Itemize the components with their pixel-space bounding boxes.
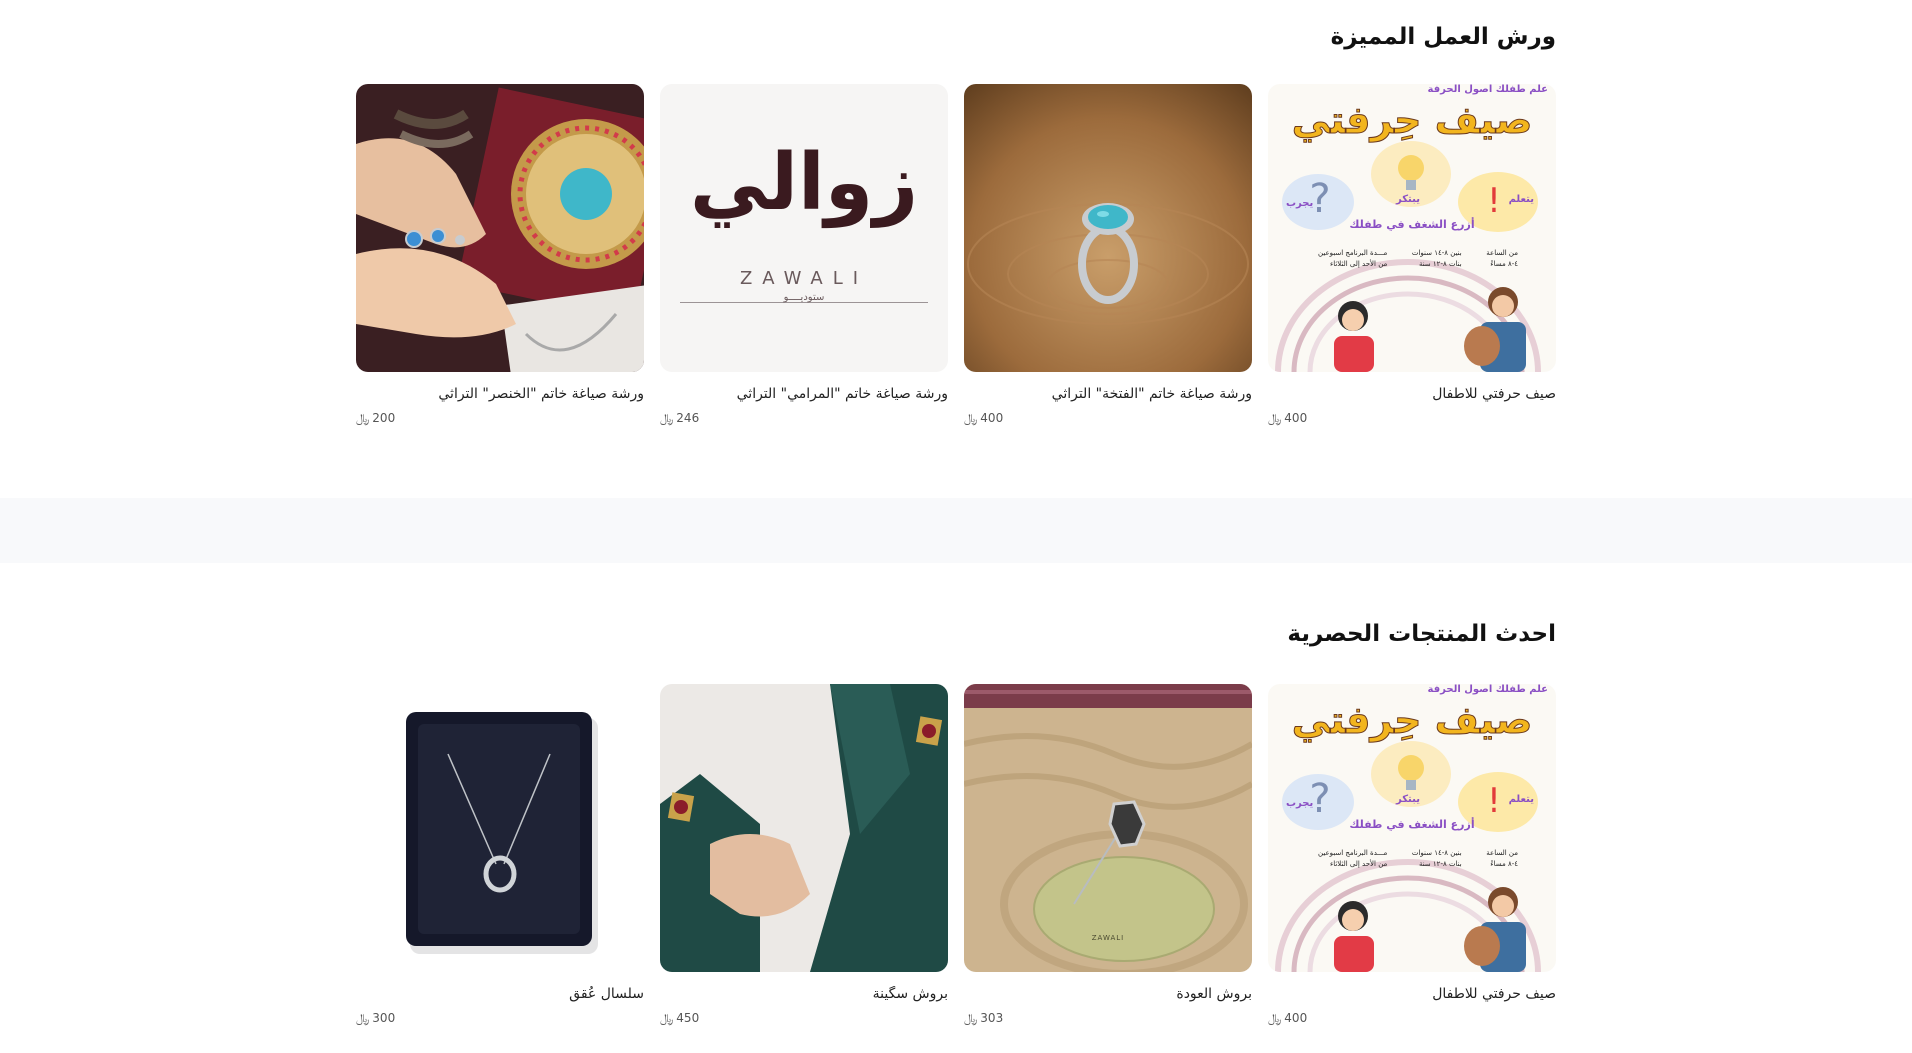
product-title[interactable]: بروش سگينة <box>660 986 948 1002</box>
product-card[interactable]: ورشة صياغة خاتم "الخنصر" التراثي ﷼ 200 <box>356 84 644 444</box>
riyal-icon: ﷼ <box>1268 1011 1282 1025</box>
product-image[interactable]: ? ! علم طفلك اصول الحرفة صيف حِرفتي يتعل… <box>1268 84 1556 372</box>
section-title: احدث المنتجات الحصرية <box>1287 621 1556 647</box>
product-card[interactable]: بروش سگينة ﷼ 450 <box>660 684 948 1044</box>
zawali-logo-arabic: زوالي <box>689 138 919 228</box>
product-image[interactable] <box>356 684 644 972</box>
product-title[interactable]: صيف حرفتي للاطفال <box>1268 386 1556 402</box>
product-image[interactable]: ? ! علم طفلك اصول الحرفة صيف حِرفتي يتعل… <box>1268 684 1556 972</box>
poster-tagline: أزرع الشغف في طفلك <box>1349 218 1475 231</box>
poster-info-duration: مـــدة البرنامج اسبوعين من الأحد إلى الثل… <box>1318 249 1388 268</box>
product-card[interactable]: ورشة صياغة خاتم "الفتخة" التراثي ﷼ 400 <box>964 84 1252 444</box>
featured-grid: ? ! علم طفلك اصول الحرفة صيف حِرفتي يتعل… <box>356 84 1556 444</box>
poster-headline: صيف حِرفتي <box>1291 98 1533 143</box>
price-value: 400 <box>1284 411 1308 425</box>
poster-info: مـــدة البرنامج اسبوعين من الأحد إلى الثل… <box>1318 248 1518 270</box>
price-value: 303 <box>980 1011 1004 1025</box>
product-price: ﷼ 300 <box>356 1011 644 1026</box>
poster-word-learn: يتعلم <box>1508 794 1534 805</box>
svg-text:!: ! <box>1487 181 1501 221</box>
product-price: ﷼ 246 <box>660 411 948 426</box>
product-price: ﷼ 303 <box>964 1011 1252 1026</box>
section-title: ورش العمل المميزة <box>1330 24 1556 50</box>
product-price: ﷼ 450 <box>660 1011 948 1026</box>
poster-headline: صيف حِرفتي <box>1291 698 1533 743</box>
poster-word-try: يجرب <box>1286 198 1314 209</box>
svg-text:!: ! <box>1487 781 1501 821</box>
product-card[interactable]: ? ! علم طفلك اصول الحرفة صيف حِرفتي يتعل… <box>1268 684 1556 1044</box>
product-price: ﷼ 200 <box>356 411 644 426</box>
product-price: ﷼ 400 <box>1268 1011 1556 1026</box>
product-card[interactable]: زوالي ZAWALI ستوديــــو ورشة صياغة خاتم … <box>660 84 948 444</box>
product-price: ﷼ 400 <box>964 411 1252 426</box>
product-image[interactable]: ZAWALI <box>964 684 1252 972</box>
product-image[interactable] <box>356 84 644 372</box>
product-title[interactable]: صيف حرفتي للاطفال <box>1268 986 1556 1002</box>
brooch-on-jacket-image <box>660 684 948 972</box>
riyal-icon: ﷼ <box>356 411 370 425</box>
poster-info-duration: مـــدة البرنامج اسبوعين من الأحد إلى الثل… <box>1318 849 1388 868</box>
product-image[interactable] <box>660 684 948 972</box>
hands-with-rings-image <box>356 84 644 372</box>
product-card[interactable]: سلسال عُقق ﷼ 300 <box>356 684 644 1044</box>
product-price: ﷼ 400 <box>1268 411 1556 426</box>
price-value: 200 <box>372 411 396 425</box>
zawali-logo-sub: ستوديــــو <box>783 292 825 303</box>
poster-info-time: من الساعة ٤-٨ مساءً <box>1486 249 1518 268</box>
riyal-icon: ﷼ <box>964 1011 978 1025</box>
price-value: 300 <box>372 1011 396 1025</box>
featured-workshops-section: ورش العمل المميزة ? ! علم طفلك اصول الحر… <box>0 0 1912 498</box>
product-title[interactable]: سلسال عُقق <box>356 986 644 1002</box>
price-value: 450 <box>676 1011 700 1025</box>
price-value: 246 <box>676 411 700 425</box>
turquoise-ring-image <box>964 84 1252 372</box>
poster-top-line: علم طفلك اصول الحرفة <box>1427 684 1548 695</box>
price-value: 400 <box>980 411 1004 425</box>
poster-tagline: أزرع الشغف في طفلك <box>1349 818 1475 831</box>
product-card[interactable]: ? ! علم طفلك اصول الحرفة صيف حِرفتي يتعل… <box>1268 84 1556 444</box>
necklace-in-box-image <box>356 684 644 972</box>
product-title[interactable]: ورشة صياغة خاتم "الخنصر" التراثي <box>356 386 644 402</box>
riyal-icon: ﷼ <box>660 411 674 425</box>
latest-grid: ? ! علم طفلك اصول الحرفة صيف حِرفتي يتعل… <box>356 684 1556 1044</box>
poster-info-ages: بنين ٨-١٤ سنوات بنات ٨-١٢ سنة <box>1411 849 1462 868</box>
product-image[interactable]: زوالي ZAWALI ستوديــــو <box>660 84 948 372</box>
latest-products-section: احدث المنتجات الحصرية ? ! علم طفلك اصول … <box>0 563 1912 1053</box>
poster-top-line: علم طفلك اصول الحرفة <box>1427 84 1548 95</box>
product-title[interactable]: ورشة صياغة خاتم "المرامي" التراثي <box>660 386 948 402</box>
poster-word-create: يبتكر <box>1396 194 1420 205</box>
poster-word-create: يبتكر <box>1396 794 1420 805</box>
poster-info: مـــدة البرنامج اسبوعين من الأحد إلى الثل… <box>1318 848 1518 870</box>
product-title[interactable]: بروش العودة <box>964 986 1252 1002</box>
product-title[interactable]: ورشة صياغة خاتم "الفتخة" التراثي <box>964 386 1252 402</box>
zawali-logo-latin: ZAWALI <box>739 268 869 289</box>
poster-word-learn: يتعلم <box>1508 194 1534 205</box>
brooch-on-sand-image <box>964 684 1252 972</box>
pouch-brand: ZAWALI <box>1091 934 1125 942</box>
section-divider-band <box>0 498 1912 563</box>
poster-info-ages: بنين ٨-١٤ سنوات بنات ٨-١٢ سنة <box>1411 249 1462 268</box>
poster-info-time: من الساعة ٤-٨ مساءً <box>1486 849 1518 868</box>
poster-word-try: يجرب <box>1286 798 1314 809</box>
product-image[interactable] <box>964 84 1252 372</box>
price-value: 400 <box>1284 1011 1308 1025</box>
riyal-icon: ﷼ <box>964 411 978 425</box>
riyal-icon: ﷼ <box>1268 411 1282 425</box>
riyal-icon: ﷼ <box>356 1011 370 1025</box>
product-card[interactable]: ZAWALI بروش العودة ﷼ 303 <box>964 684 1252 1044</box>
riyal-icon: ﷼ <box>660 1011 674 1025</box>
